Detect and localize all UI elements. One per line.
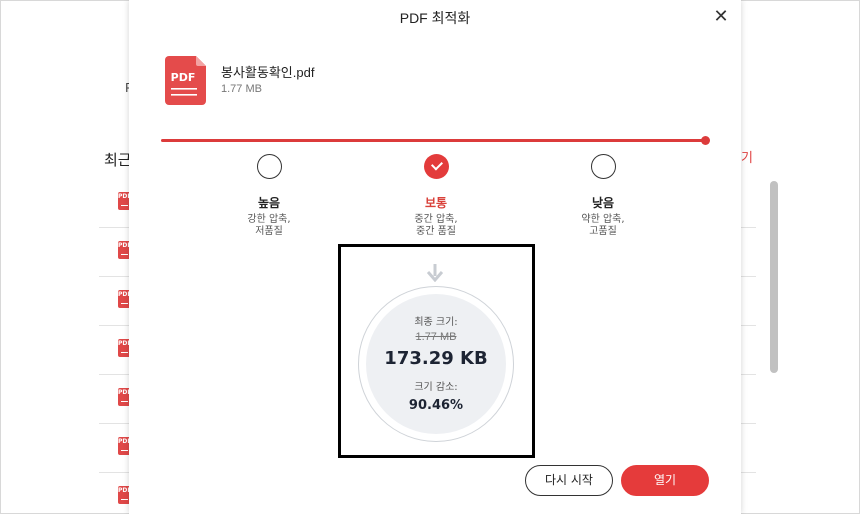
radio-medium-checked[interactable] bbox=[423, 154, 449, 179]
result-inner: 최종 크기: 1.77 MB 173.29 KB 크기 감소: 90.46% bbox=[366, 294, 506, 434]
option-low-desc-line1: 약한 압축, bbox=[581, 214, 625, 225]
final-size: 173.29 KB bbox=[384, 348, 488, 369]
option-low[interactable]: 낮음 약한 압축, 고품질 bbox=[543, 154, 663, 238]
option-medium[interactable]: 보통 중간 압축, 중간 품질 bbox=[376, 154, 496, 238]
final-size-label: 최종 크기: bbox=[414, 317, 458, 328]
option-low-title: 낮음 bbox=[591, 196, 615, 210]
option-medium-desc: 중간 압축, 중간 품질 bbox=[376, 214, 496, 238]
dialog-title: PDF 최적화 bbox=[399, 10, 471, 26]
compression-slider-track[interactable] bbox=[161, 139, 706, 142]
option-low-desc-line2: 고품질 bbox=[589, 226, 617, 237]
scrollbar[interactable] bbox=[770, 181, 778, 373]
compression-slider-handle[interactable] bbox=[701, 136, 710, 145]
option-high[interactable]: 높음 강한 압축, 저품질 bbox=[209, 154, 329, 238]
optimize-dialog: PDF 최적화 ✕ PDF 봉사활동확인.pdf 1.77 MB 높음 강한 압… bbox=[129, 0, 741, 514]
reduction-label: 크기 감소: bbox=[414, 382, 458, 393]
pdf-file-icon: PDF bbox=[165, 56, 206, 105]
option-high-desc: 강한 압축, 저품질 bbox=[209, 214, 329, 238]
original-size: 1.77 MB bbox=[415, 331, 457, 343]
open-button[interactable]: 열기 bbox=[621, 465, 709, 496]
radio-high[interactable] bbox=[256, 154, 282, 179]
option-medium-desc-line1: 중간 압축, bbox=[414, 214, 458, 225]
pdf-icon-label: PDF bbox=[171, 71, 196, 84]
arrow-down-icon bbox=[427, 264, 443, 282]
result-circle: 최종 크기: 1.77 MB 173.29 KB 크기 감소: 90.46% bbox=[358, 286, 514, 442]
option-medium-desc-line2: 중간 품질 bbox=[416, 226, 456, 237]
option-low-desc: 약한 압축, 고품질 bbox=[543, 214, 663, 238]
close-icon[interactable]: ✕ bbox=[711, 7, 731, 27]
recent-files-title: 최근 bbox=[104, 151, 132, 169]
radio-low[interactable] bbox=[590, 154, 616, 179]
view-all-link[interactable]: 기 bbox=[741, 147, 753, 166]
option-high-desc-line1: 강한 압축, bbox=[247, 214, 291, 225]
file-name: 봉사활동확인.pdf bbox=[221, 65, 315, 80]
option-high-title: 높음 bbox=[257, 196, 281, 210]
restart-button[interactable]: 다시 시작 bbox=[525, 465, 613, 496]
file-size: 1.77 MB bbox=[221, 83, 262, 95]
reduction-value: 90.46% bbox=[408, 398, 464, 413]
option-medium-title: 보통 bbox=[424, 196, 448, 210]
option-high-desc-line2: 저품질 bbox=[255, 226, 283, 237]
